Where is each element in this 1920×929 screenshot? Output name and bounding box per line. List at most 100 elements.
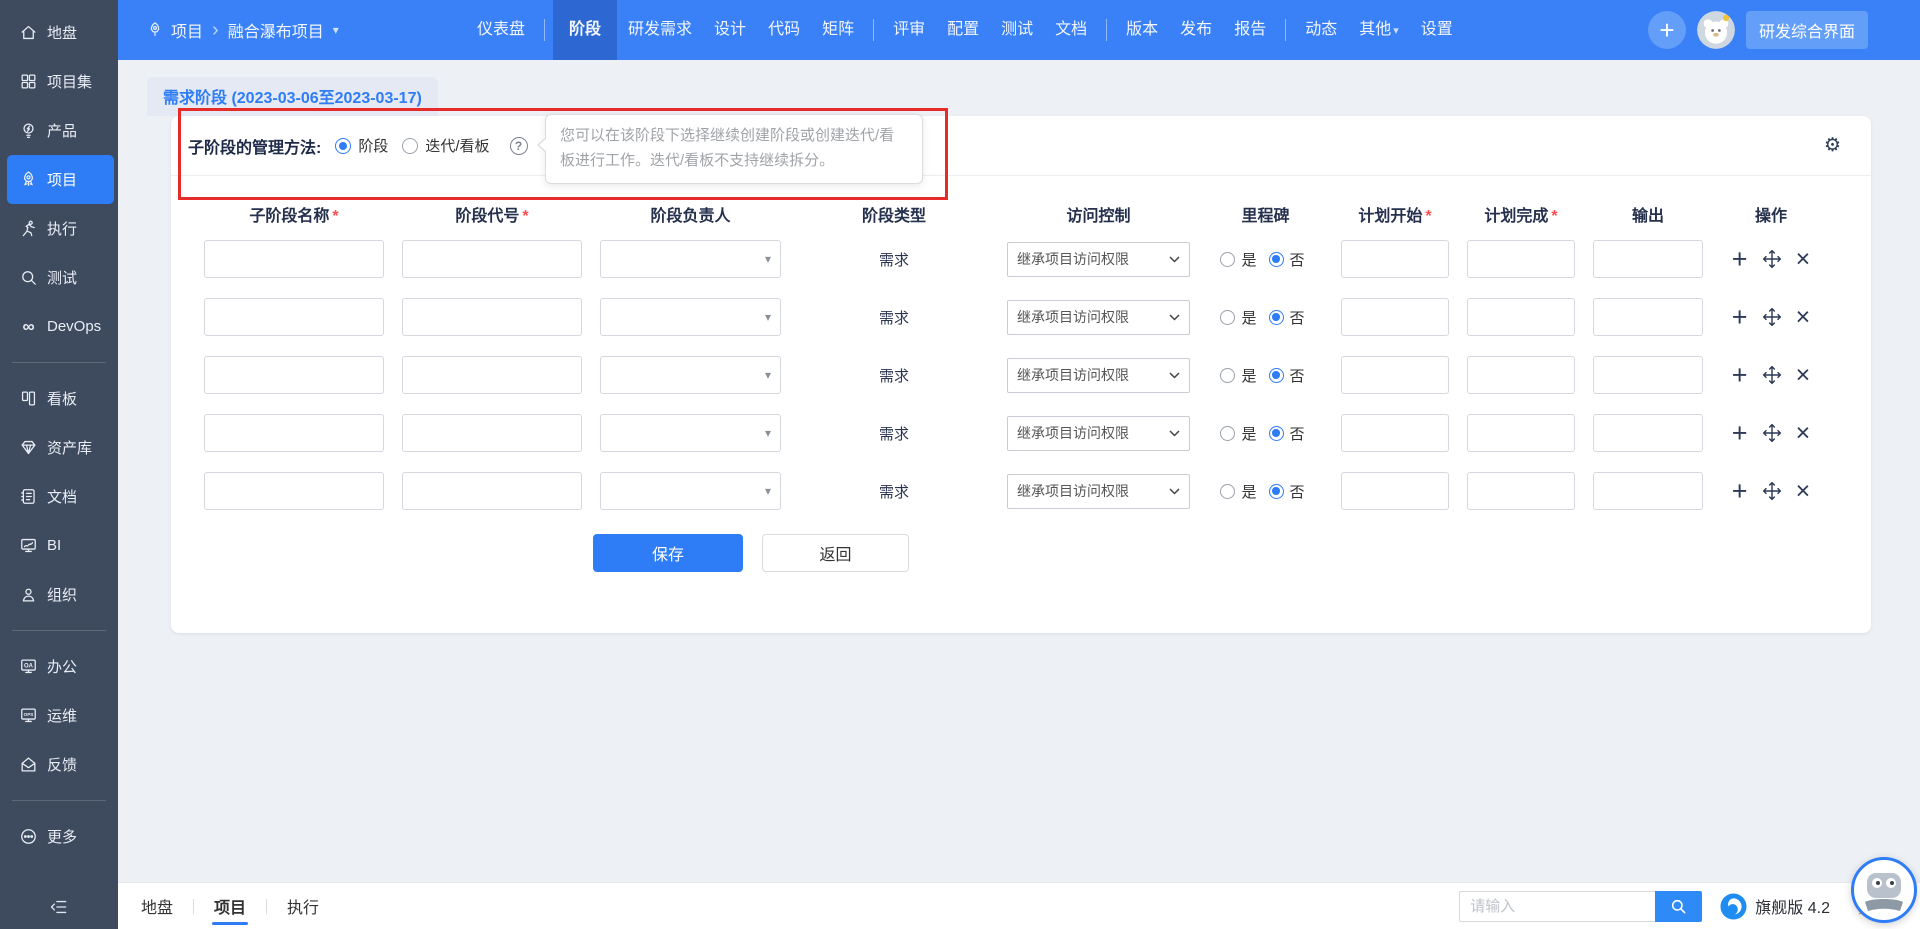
plan-start-input[interactable] (1341, 240, 1449, 278)
plan-end-input[interactable] (1467, 298, 1575, 336)
delete-row-icon[interactable]: × (1796, 305, 1811, 330)
stage-code-input[interactable] (402, 472, 582, 510)
sidebar-item-oa[interactable]: OA 办公 (0, 642, 118, 691)
menu-item-dynamic[interactable]: 动态 (1294, 0, 1348, 60)
radio-checked-icon[interactable] (335, 138, 351, 154)
sidebar-item-execution[interactable]: 执行 (0, 204, 118, 253)
sidebar-item-bi[interactable]: BI (0, 521, 118, 570)
plan-end-input[interactable] (1467, 414, 1575, 452)
menu-item-matrix[interactable]: 矩阵 (811, 0, 865, 60)
menu-item-report[interactable]: 报告 (1223, 0, 1277, 60)
milestone-no-radio[interactable] (1269, 484, 1284, 499)
sidebar-item-devops[interactable]: ∞ DevOps (0, 302, 118, 351)
output-input[interactable] (1593, 414, 1703, 452)
substage-name-input[interactable] (204, 298, 384, 336)
bottom-tab-project[interactable]: 项目 (210, 883, 250, 929)
avatar[interactable] (1697, 11, 1735, 49)
delete-row-icon[interactable]: × (1796, 479, 1811, 504)
milestone-no-radio[interactable] (1269, 426, 1284, 441)
move-row-icon[interactable] (1762, 249, 1782, 269)
stage-owner-select[interactable]: ▾ (600, 472, 781, 510)
sidebar-item-assets[interactable]: 资产库 (0, 423, 118, 472)
milestone-yes-radio[interactable] (1220, 310, 1235, 325)
menu-item-config[interactable]: 配置 (936, 0, 990, 60)
menu-item-stage[interactable]: 阶段 (553, 0, 617, 60)
sidebar-item-project[interactable]: 项目 (7, 155, 114, 204)
access-control-select[interactable]: 继承项目访问权限 (1007, 416, 1190, 451)
menu-item-settings[interactable]: 设置 (1410, 0, 1464, 60)
sidebar-item-home[interactable]: 地盘 (0, 8, 118, 57)
plan-end-input[interactable] (1467, 356, 1575, 394)
menu-item-dashboard[interactable]: 仪表盘 (466, 0, 536, 60)
bottom-tab-execution[interactable]: 执行 (283, 883, 323, 929)
sidebar-item-kanban[interactable]: 看板 (0, 374, 118, 423)
output-input[interactable] (1593, 472, 1703, 510)
delete-row-icon[interactable]: × (1796, 247, 1811, 272)
add-row-icon[interactable]: + (1732, 362, 1748, 389)
help-icon[interactable]: ? (510, 137, 528, 155)
assistant-robot-icon[interactable] (1850, 856, 1918, 924)
stage-owner-select[interactable]: ▾ (600, 240, 781, 278)
sidebar-item-more[interactable]: 更多 (0, 812, 118, 861)
access-control-select[interactable]: 继承项目访问权限 (1007, 474, 1190, 509)
milestone-no-radio[interactable] (1269, 310, 1284, 325)
breadcrumb-section[interactable]: 项目 (171, 18, 203, 42)
add-row-icon[interactable]: + (1732, 478, 1748, 505)
add-row-icon[interactable]: + (1732, 304, 1748, 331)
plan-end-input[interactable] (1467, 240, 1575, 278)
workbench-button[interactable]: 研发综合界面 (1746, 11, 1868, 49)
move-row-icon[interactable] (1762, 481, 1782, 501)
sidebar-item-program[interactable]: 项目集 (0, 57, 118, 106)
menu-item-release[interactable]: 发布 (1169, 0, 1223, 60)
stage-owner-select[interactable]: ▾ (600, 298, 781, 336)
sidebar-item-product[interactable]: 产品 (0, 106, 118, 155)
sidebar-item-feedback[interactable]: 反馈 (0, 740, 118, 789)
gear-icon[interactable]: ⚙ (1824, 136, 1841, 155)
substage-name-input[interactable] (204, 472, 384, 510)
substage-name-input[interactable] (204, 240, 384, 278)
stage-owner-select[interactable]: ▾ (600, 414, 781, 452)
search-button[interactable] (1655, 891, 1702, 922)
menu-item-code[interactable]: 代码 (757, 0, 811, 60)
stage-code-input[interactable] (402, 414, 582, 452)
radio-unchecked-icon[interactable] (402, 138, 418, 154)
bottom-tab-home[interactable]: 地盘 (137, 883, 177, 929)
plan-start-input[interactable] (1341, 356, 1449, 394)
menu-item-review[interactable]: 评审 (882, 0, 936, 60)
milestone-no-radio[interactable] (1269, 252, 1284, 267)
substage-name-input[interactable] (204, 356, 384, 394)
save-button[interactable]: 保存 (593, 534, 743, 572)
method-iteration-radio[interactable]: 迭代/看板 (402, 135, 489, 156)
create-button[interactable]: + (1648, 11, 1686, 49)
access-control-select[interactable]: 继承项目访问权限 (1007, 242, 1190, 277)
access-control-select[interactable]: 继承项目访问权限 (1007, 300, 1190, 335)
search-input[interactable] (1459, 891, 1655, 922)
milestone-yes-radio[interactable] (1220, 252, 1235, 267)
menu-item-build[interactable]: 版本 (1115, 0, 1169, 60)
menu-item-other[interactable]: 其他▾ (1348, 0, 1410, 60)
sidebar-item-testing[interactable]: 测试 (0, 253, 118, 302)
sidebar-item-ops[interactable]: OPS 运维 (0, 691, 118, 740)
access-control-select[interactable]: 继承项目访问权限 (1007, 358, 1190, 393)
plan-start-input[interactable] (1341, 298, 1449, 336)
plan-start-input[interactable] (1341, 414, 1449, 452)
move-row-icon[interactable] (1762, 365, 1782, 385)
output-input[interactable] (1593, 240, 1703, 278)
menu-item-design[interactable]: 设计 (703, 0, 757, 60)
delete-row-icon[interactable]: × (1796, 363, 1811, 388)
sidebar-item-docs[interactable]: 文档 (0, 472, 118, 521)
milestone-yes-radio[interactable] (1220, 426, 1235, 441)
add-row-icon[interactable]: + (1732, 420, 1748, 447)
move-row-icon[interactable] (1762, 423, 1782, 443)
stage-tab[interactable]: 需求阶段 (2023-03-06至2023-03-17) (147, 77, 438, 116)
stage-code-input[interactable] (402, 298, 582, 336)
stage-owner-select[interactable]: ▾ (600, 356, 781, 394)
stage-code-input[interactable] (402, 240, 582, 278)
menu-item-doc[interactable]: 文档 (1044, 0, 1098, 60)
menu-item-test[interactable]: 测试 (990, 0, 1044, 60)
delete-row-icon[interactable]: × (1796, 421, 1811, 446)
move-row-icon[interactable] (1762, 307, 1782, 327)
collapse-sidebar-icon[interactable] (0, 897, 118, 917)
method-stage-radio[interactable]: 阶段 (335, 135, 388, 156)
substage-name-input[interactable] (204, 414, 384, 452)
